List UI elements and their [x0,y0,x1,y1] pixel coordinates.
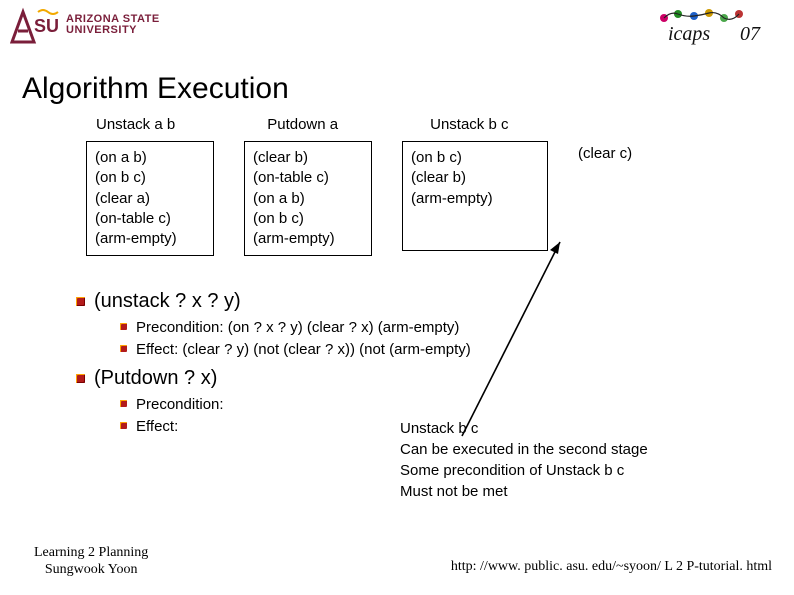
action-label-3: Unstack b c [430,116,508,133]
state-boxes-row: (on a b) (on b c) (clear a) (on-table c)… [0,133,794,256]
footer: Learning 2 Planning Sungwook Yoon http: … [0,545,794,579]
asu-logo: SU ARIZONA STATE UNIVERSITY [10,6,160,44]
bullet-putdown-pre: Precondition: [120,394,794,416]
bullet-list: (unstack ? x ? y) Precondition: (on ? x … [0,256,794,437]
action-label-1: Unstack a b [96,116,175,133]
svg-text:SU: SU [34,16,59,36]
state-box-1: (on a b) (on b c) (clear a) (on-table c)… [86,141,214,256]
actions-row: Unstack a b Putdown a Unstack b c [0,116,794,133]
footer-title: Learning 2 Planning [34,545,148,562]
final-state-text: (clear c) [578,141,632,162]
action-label-2: Putdown a [267,116,338,133]
side-note: Unstack b c Can be executed in the secon… [400,418,648,502]
footer-url: http: //www. public. asu. edu/~syoon/ L … [451,545,772,579]
footer-left: Learning 2 Planning Sungwook Yoon [34,545,148,579]
state-box-2: (clear b) (on-table c) (on a b) (on b c)… [244,141,372,256]
bullet-unstack-pre: Precondition: (on ? x ? y) (clear ? x) (… [120,317,794,339]
icaps-logo: icaps 07 [654,6,784,46]
bullet-unstack-eff: Effect: (clear ? y) (not (clear ? x)) (n… [120,339,794,361]
bullet-unstack: (unstack ? x ? y) [94,290,241,312]
asu-logo-text: ARIZONA STATE UNIVERSITY [66,14,160,36]
bullet-putdown: (Putdown ? x) [94,367,217,389]
asu-line2: UNIVERSITY [66,25,160,36]
slide-title: Algorithm Execution [0,46,794,116]
header: SU ARIZONA STATE UNIVERSITY icaps 07 [0,0,794,46]
footer-author: Sungwook Yoon [34,562,148,579]
svg-text:07: 07 [740,23,761,45]
svg-text:icaps: icaps [668,23,710,45]
state-box-3: (on b c) (clear b) (arm-empty) [402,141,548,251]
asu-logo-mark: SU [10,6,60,44]
